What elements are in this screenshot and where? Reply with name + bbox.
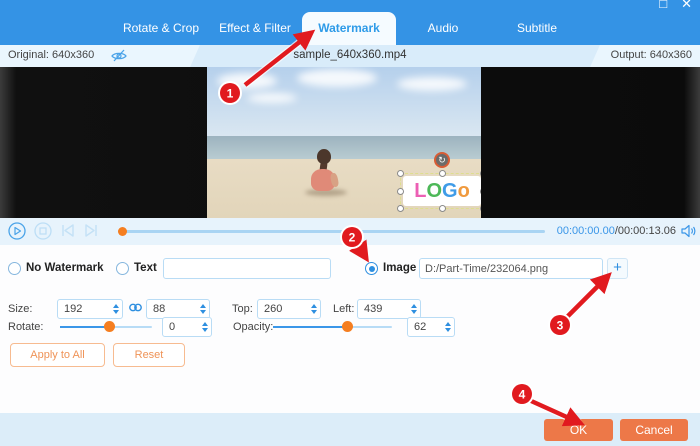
tab-subtitle[interactable]: Subtitle: [490, 12, 584, 45]
resize-handle[interactable]: [439, 205, 446, 212]
size-width-spinner[interactable]: [57, 299, 123, 319]
logo-letter: O: [426, 181, 442, 201]
cloud: [217, 73, 277, 89]
spinner-arrows[interactable]: [109, 304, 122, 314]
reset-button[interactable]: Reset: [113, 343, 185, 367]
size-height-input[interactable]: [147, 303, 196, 315]
logo-letter: G: [442, 181, 458, 201]
radio-image-watermark[interactable]: [365, 262, 378, 275]
left-label: Left:: [333, 303, 354, 315]
sitting-person: [307, 149, 343, 195]
tab-effect-filter[interactable]: Effect & Filter: [208, 12, 302, 45]
tab-strip: Rotate & Crop Effect & Filter Watermark …: [114, 12, 584, 45]
tab-watermark[interactable]: Watermark: [302, 12, 396, 45]
opacity-label: Opacity:: [233, 321, 273, 333]
cloud: [297, 69, 377, 87]
watermark-selection-box[interactable]: ↻ L O G o: [400, 173, 481, 209]
text-watermark-label[interactable]: Text: [134, 262, 157, 274]
opacity-slider[interactable]: [273, 326, 392, 328]
close-icon[interactable]: ✕: [681, 0, 692, 12]
play-button[interactable]: [8, 222, 26, 240]
watermark-settings-panel: No Watermark Text Image + Size: Top:: [0, 245, 700, 413]
ok-button[interactable]: OK: [544, 419, 613, 441]
top-label: Top:: [232, 303, 253, 315]
spinner-arrows[interactable]: [307, 304, 320, 314]
rotate-handle-icon[interactable]: ↻: [434, 152, 450, 168]
output-resolution-label: Output: 640x360: [611, 49, 692, 61]
text-watermark-input[interactable]: [163, 258, 331, 279]
rotate-slider-handle[interactable]: [104, 321, 115, 332]
maximize-icon[interactable]: □: [659, 0, 667, 12]
video-preview[interactable]: ↻ L O G o: [207, 67, 481, 218]
size-width-input[interactable]: [58, 303, 109, 315]
resize-handle[interactable]: [480, 188, 481, 195]
logo-letter: o: [458, 181, 470, 201]
add-image-button[interactable]: +: [607, 258, 628, 279]
image-watermark-label[interactable]: Image: [383, 262, 416, 274]
link-dimensions-icon[interactable]: [128, 300, 143, 315]
top-input[interactable]: [258, 303, 307, 315]
size-label: Size:: [8, 303, 32, 315]
resize-handle[interactable]: [397, 170, 404, 177]
cancel-button[interactable]: Cancel: [620, 419, 688, 441]
volume-icon[interactable]: [680, 224, 696, 238]
logo-letter: L: [414, 181, 426, 201]
next-frame-button[interactable]: [83, 223, 99, 238]
video-stage: ↻ L O G o: [0, 67, 700, 218]
dialog-footer: OK Cancel: [0, 413, 700, 446]
resize-handle[interactable]: [439, 170, 446, 177]
title-tab-bar: □ ✕ Rotate & Crop Effect & Filter Waterm…: [0, 0, 700, 45]
current-time: 00:00:00.00: [557, 225, 615, 237]
cloud: [247, 93, 297, 103]
top-spinner[interactable]: [257, 299, 321, 319]
time-display: 00:00:00.00/00:00:13.06: [557, 225, 676, 237]
radio-no-watermark[interactable]: [8, 262, 21, 275]
seek-handle[interactable]: [118, 227, 127, 236]
opacity-slider-handle[interactable]: [342, 321, 353, 332]
spinner-arrows[interactable]: [196, 304, 209, 314]
resize-handle[interactable]: [480, 205, 481, 212]
logo-watermark[interactable]: L O G o: [403, 176, 481, 206]
left-input[interactable]: [358, 303, 407, 315]
rotate-slider[interactable]: [60, 326, 152, 328]
apply-to-all-button[interactable]: Apply to All: [10, 343, 105, 367]
spinner-arrows[interactable]: [441, 322, 454, 332]
rotate-input[interactable]: [163, 321, 198, 333]
opacity-input[interactable]: [408, 321, 441, 333]
total-time: /00:00:13.06: [615, 225, 676, 237]
resolution-info-bar: Original: 640x360 sample_640x360.mp4 Out…: [0, 45, 700, 67]
video-filename: sample_640x360.mp4: [0, 49, 700, 61]
previous-frame-button[interactable]: [60, 223, 76, 238]
rotate-spinner[interactable]: [162, 317, 212, 337]
seek-bar[interactable]: [118, 230, 545, 233]
tab-audio[interactable]: Audio: [396, 12, 490, 45]
watermark-editor-window: □ ✕ Rotate & Crop Effect & Filter Waterm…: [0, 0, 700, 446]
window-controls: □ ✕: [659, 0, 692, 12]
left-spinner[interactable]: [357, 299, 421, 319]
playback-bar: 00:00:00.00/00:00:13.06: [0, 218, 700, 245]
resize-handle[interactable]: [397, 205, 404, 212]
spinner-arrows[interactable]: [407, 304, 420, 314]
image-path-input[interactable]: [419, 258, 603, 279]
cloud: [397, 77, 467, 91]
opacity-spinner[interactable]: [407, 317, 455, 337]
radio-text-watermark[interactable]: [116, 262, 129, 275]
resize-handle[interactable]: [480, 170, 481, 177]
spinner-arrows[interactable]: [198, 322, 211, 332]
rotate-label: Rotate:: [8, 321, 43, 333]
resize-handle[interactable]: [397, 188, 404, 195]
stop-button[interactable]: [34, 222, 52, 240]
tab-rotate-crop[interactable]: Rotate & Crop: [114, 12, 208, 45]
no-watermark-label[interactable]: No Watermark: [26, 262, 104, 274]
size-height-spinner[interactable]: [146, 299, 210, 319]
